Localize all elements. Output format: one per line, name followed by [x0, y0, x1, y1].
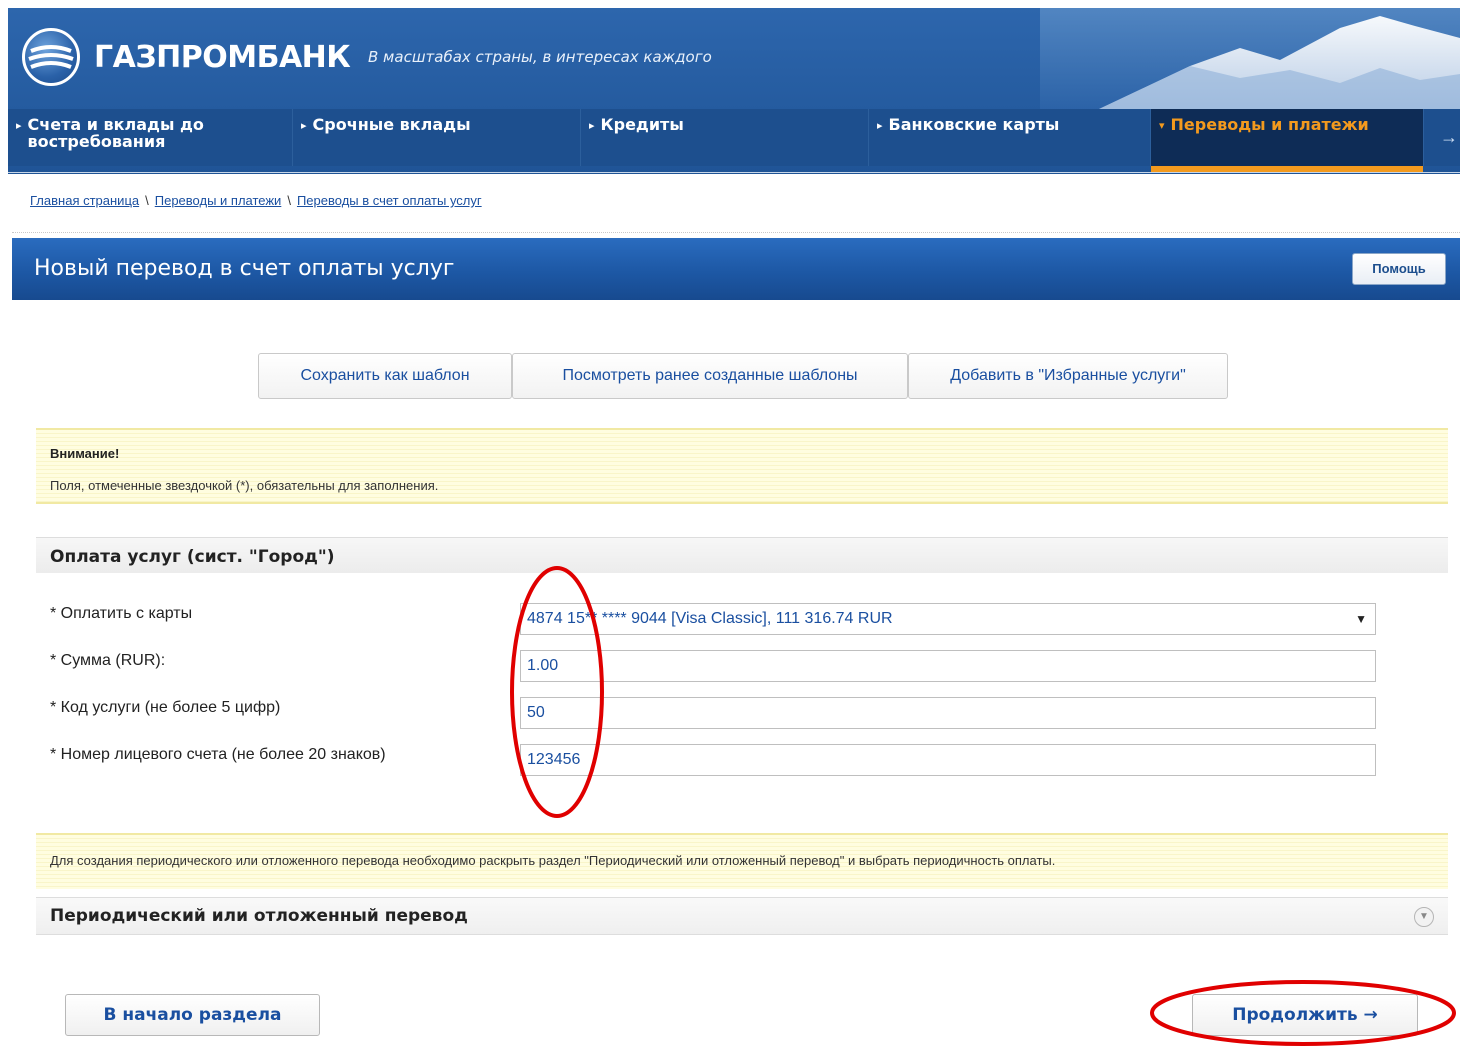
payment-section-header: Оплата услуг (сист. "Город"): [36, 537, 1448, 573]
divider: [12, 232, 1460, 233]
view-templates-button[interactable]: Посмотреть ранее созданные шаблоны: [512, 353, 908, 399]
page-title-bar: Новый перевод в счет оплаты услуг Помощь: [12, 238, 1460, 300]
brand-logo[interactable]: ГАЗПРОМБАНК: [22, 28, 351, 86]
brand-name: ГАЗПРОМБАНК: [94, 39, 351, 75]
help-button[interactable]: Помощь: [1352, 253, 1446, 285]
chevron-down-icon[interactable]: ▼: [1414, 907, 1434, 927]
page-title: Новый перевод в счет оплаты услуг: [34, 256, 455, 281]
nav-item-label: Счета и вклады до востребования: [27, 115, 204, 151]
nav-item-deposits[interactable]: ▸ Срочные вклады: [293, 109, 581, 166]
notice-title: Внимание!: [50, 446, 120, 461]
nav-item-accounts[interactable]: ▸ Счета и вклады до востребования: [8, 109, 293, 166]
dropdown-arrow-icon: ▼: [1355, 612, 1367, 626]
brand-slogan: В масштабах страны, в интересах каждого: [368, 48, 712, 66]
triangle-right-icon: ▸: [301, 119, 307, 132]
nav-item-label: Банковские карты: [888, 115, 1060, 134]
nav-item-transfers[interactable]: ▾ Переводы и платежи: [1151, 109, 1424, 172]
triangle-right-icon: ▸: [16, 119, 22, 132]
nav-item-label: Кредиты: [600, 115, 684, 134]
periodic-section-title: Периодический или отложенный перевод: [50, 906, 468, 926]
breadcrumb-separator: \: [287, 193, 291, 208]
triangle-right-icon: ▸: [877, 119, 883, 132]
breadcrumb-separator: \: [145, 193, 149, 208]
mountains-banner: [1040, 8, 1460, 118]
breadcrumb: Главная страница \ Переводы и платежи \ Пере…: [30, 193, 482, 208]
amount-field-label: * Сумма (RUR):: [50, 652, 166, 669]
section-title: Оплата услуг (сист. "Город"): [50, 547, 335, 567]
triangle-down-icon: ▾: [1159, 119, 1165, 132]
save-template-button[interactable]: Сохранить как шаблон: [258, 353, 512, 399]
globe-logo-icon: [22, 28, 80, 86]
notice-text: Поля, отмеченные звездочкой (*), обязате…: [50, 478, 439, 493]
arrow-right-icon[interactable]: →: [1440, 127, 1458, 148]
periodic-section-toggle[interactable]: Периодический или отложенный перевод ▼: [36, 897, 1448, 935]
back-to-section-button[interactable]: В начало раздела: [65, 994, 320, 1036]
header-divider: [8, 172, 1460, 173]
nav-item-cards[interactable]: ▸ Банковские карты: [869, 109, 1151, 166]
breadcrumb-link-service-payments[interactable]: Переводы в счет оплаты услуг: [297, 193, 482, 208]
periodic-notice-text: Для создания периодического или отложенн…: [50, 853, 1056, 868]
card-select[interactable]: 4874 15** **** 9044 [Visa Classic], 111 …: [520, 603, 1376, 635]
breadcrumb-link-home[interactable]: Главная страница: [30, 193, 139, 208]
nav-item-credits[interactable]: ▸ Кредиты: [581, 109, 869, 166]
periodic-notice: Для создания периодического или отложенн…: [36, 833, 1448, 889]
continue-button[interactable]: Продолжить →: [1192, 994, 1418, 1036]
required-fields-notice: Внимание! Поля, отмеченные звездочкой (*…: [36, 428, 1448, 504]
site-header: ГАЗПРОМБАНК В масштабах страны, в интере…: [8, 8, 1460, 174]
service-code-input[interactable]: 50: [520, 697, 1376, 729]
breadcrumb-link-transfers[interactable]: Переводы и платежи: [155, 193, 282, 208]
account-number-input[interactable]: 123456: [520, 744, 1376, 776]
card-field-label: * Оплатить с карты: [50, 605, 193, 622]
account-number-label: * Номер лицевого счета (не более 20 знак…: [50, 746, 386, 763]
template-actions: Сохранить как шаблон Посмотреть ранее со…: [258, 353, 1228, 399]
card-select-value: 4874 15** **** 9044 [Visa Classic], 111 …: [527, 610, 893, 627]
nav-item-label: Срочные вклады: [312, 115, 471, 134]
add-favorites-button[interactable]: Добавить в "Избранные услуги": [908, 353, 1228, 399]
triangle-right-icon: ▸: [589, 119, 595, 132]
nav-item-label: Переводы и платежи: [1170, 115, 1369, 134]
service-code-label: * Код услуги (не более 5 цифр): [50, 699, 281, 716]
main-nav: ▸ Счета и вклады до востребования ▸ Срочны…: [8, 109, 1460, 172]
amount-input[interactable]: 1.00: [520, 650, 1376, 682]
